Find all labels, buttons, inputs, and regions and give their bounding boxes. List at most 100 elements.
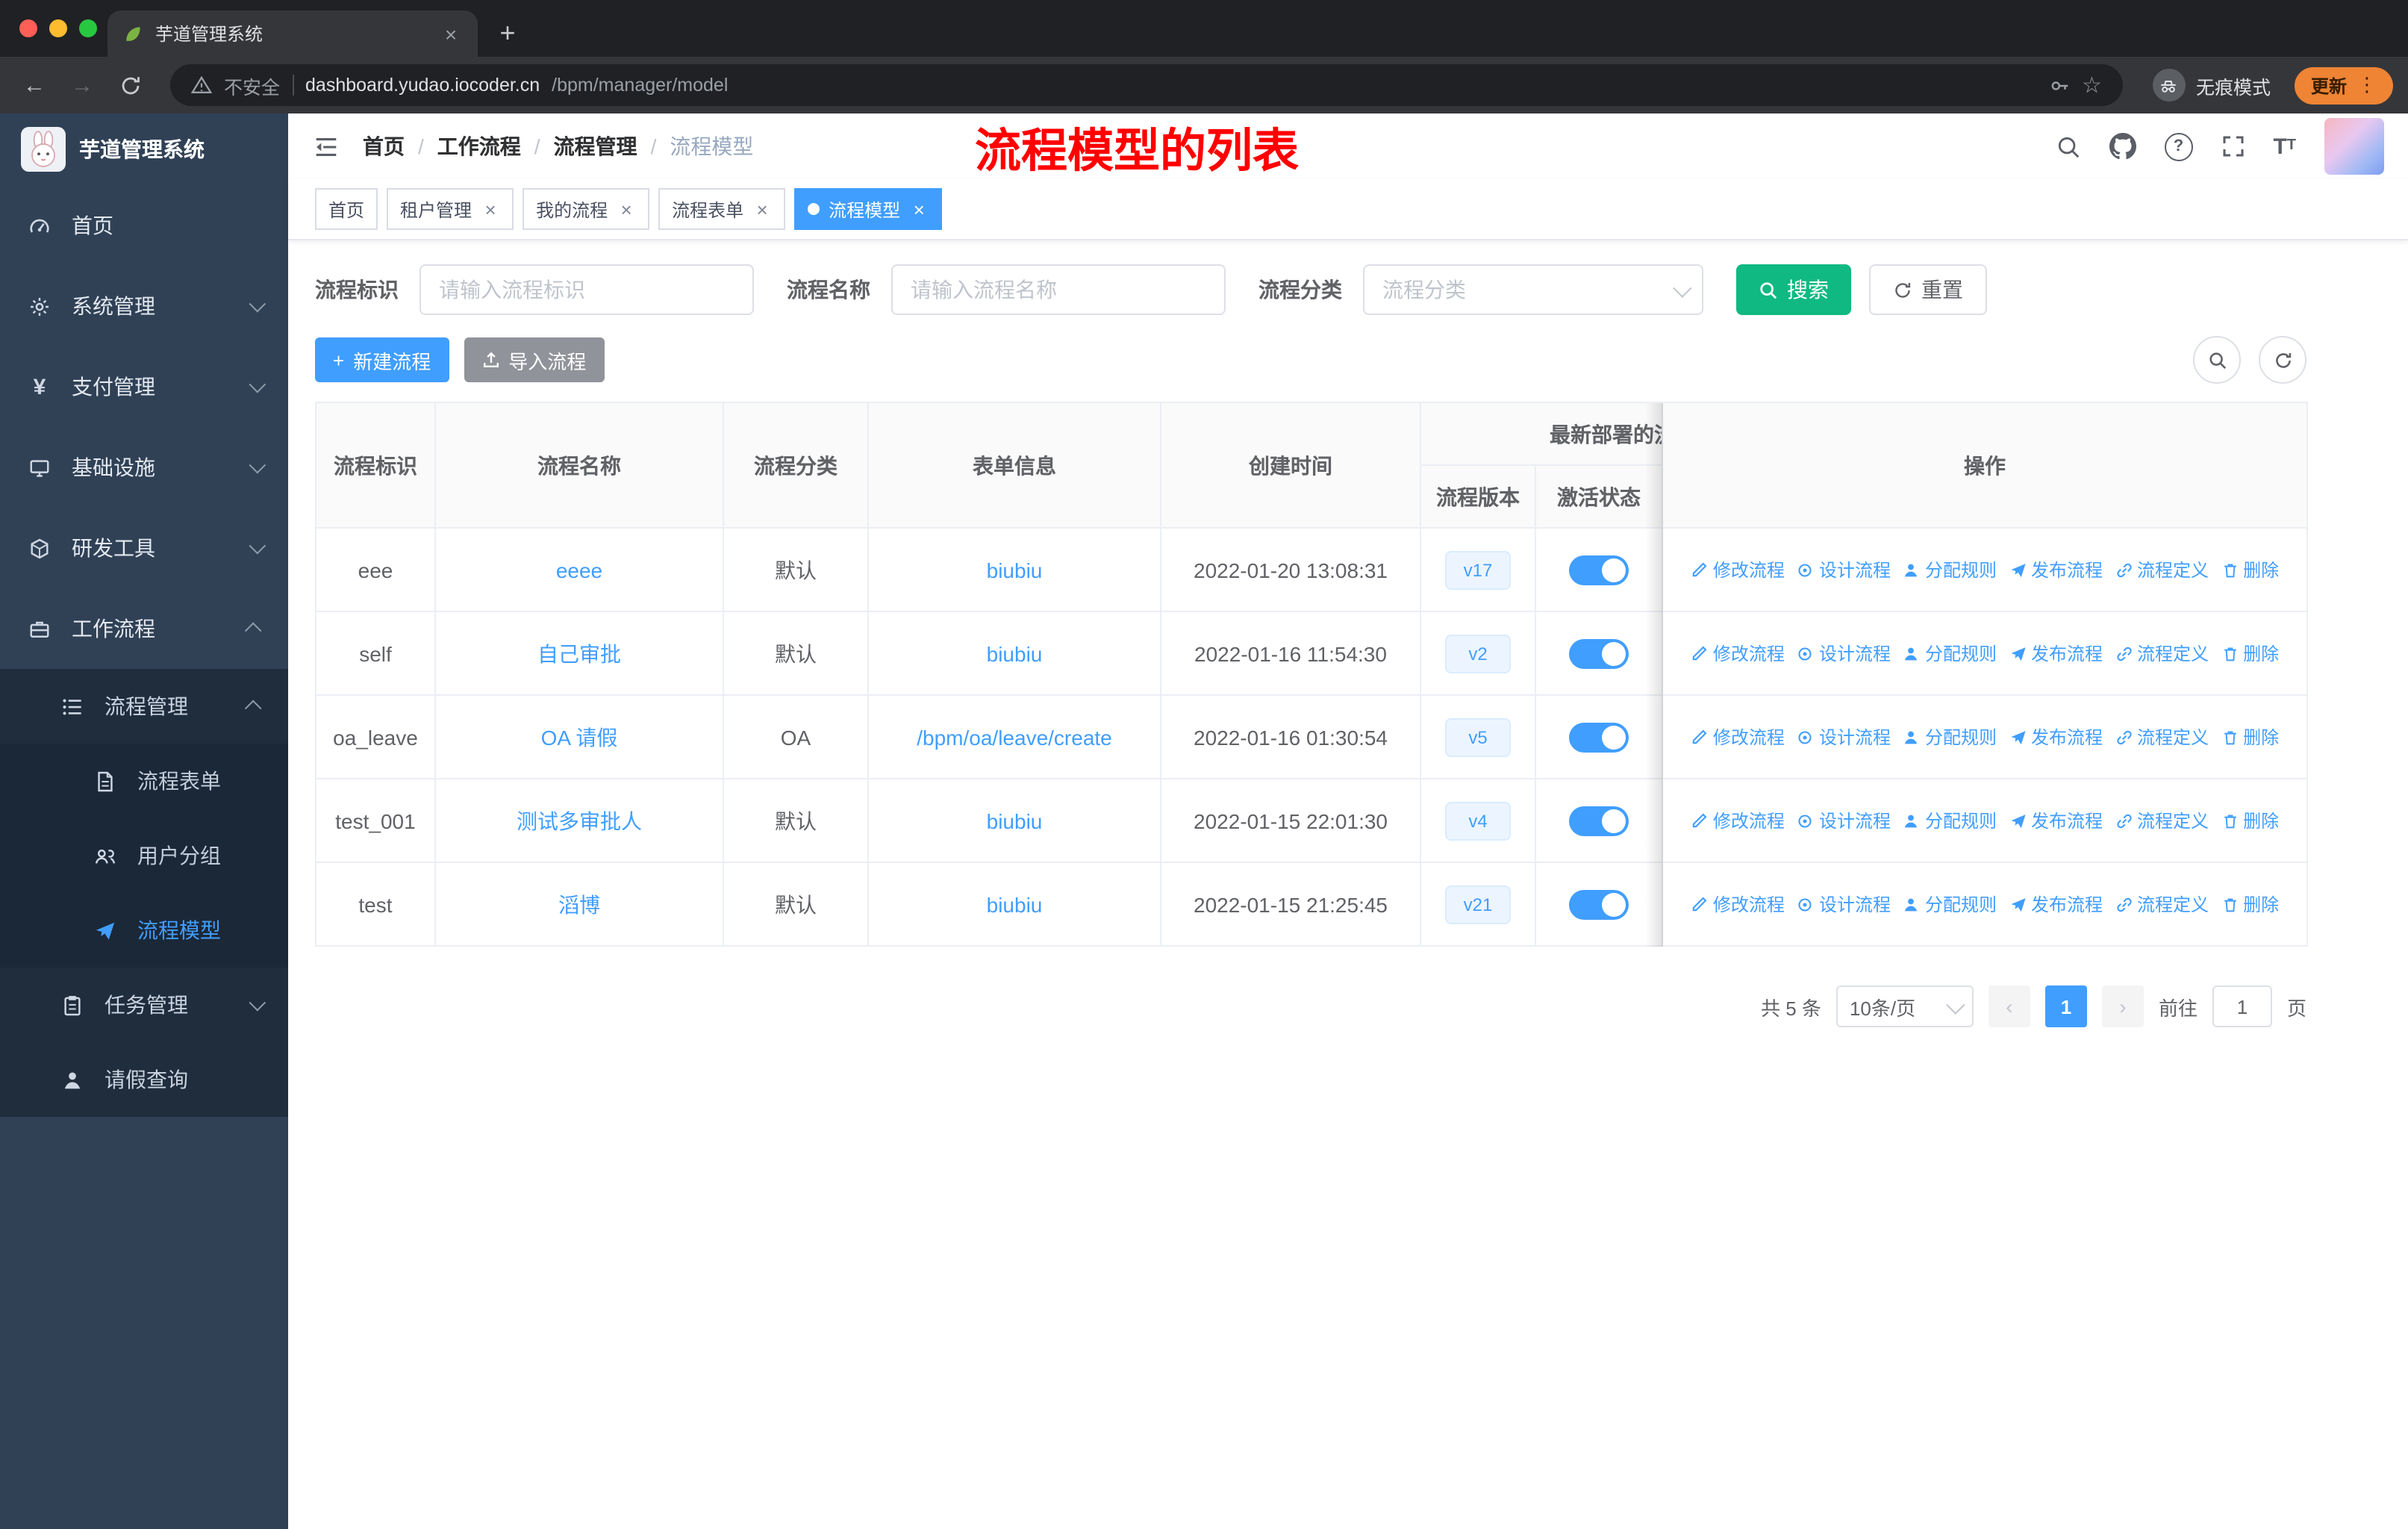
- sidebar-item-process-form[interactable]: 流程表单: [0, 744, 288, 818]
- security-label[interactable]: 不安全: [224, 71, 280, 99]
- window-close-button[interactable]: [19, 19, 37, 37]
- active-toggle[interactable]: [1569, 722, 1629, 752]
- goto-page-input[interactable]: [2212, 985, 2272, 1027]
- help-icon[interactable]: ?: [2164, 132, 2193, 161]
- op-publish-process[interactable]: 发布流程: [2009, 808, 2103, 833]
- close-icon[interactable]: ×: [909, 198, 929, 220]
- new-tab-button[interactable]: +: [487, 12, 528, 54]
- op-publish-process[interactable]: 发布流程: [2009, 724, 2103, 750]
- op-edit-process[interactable]: 修改流程: [1691, 891, 1785, 917]
- import-process-button[interactable]: 导入流程: [464, 337, 605, 382]
- op-design-process[interactable]: 设计流程: [1797, 557, 1891, 582]
- op-delete[interactable]: 删除: [2221, 808, 2279, 833]
- toggle-search-button[interactable]: [2193, 336, 2241, 384]
- active-toggle[interactable]: [1569, 638, 1629, 668]
- op-publish-process[interactable]: 发布流程: [2009, 641, 2103, 666]
- op-edit-process[interactable]: 修改流程: [1691, 557, 1785, 582]
- close-icon[interactable]: ×: [752, 198, 772, 220]
- model-name-link[interactable]: eeee: [556, 558, 602, 582]
- op-publish-process[interactable]: 发布流程: [2009, 557, 2103, 582]
- op-delete[interactable]: 删除: [2221, 557, 2279, 582]
- form-info-link[interactable]: /bpm/oa/leave/create: [917, 725, 1112, 749]
- address-bar[interactable]: 不安全 dashboard.yudao.iocoder.cn/bpm/manag…: [170, 64, 2123, 106]
- op-design-process[interactable]: 设计流程: [1797, 808, 1891, 833]
- github-icon[interactable]: [2109, 133, 2136, 160]
- op-process-definition[interactable]: 流程定义: [2115, 557, 2209, 582]
- model-name-link[interactable]: 自己审批: [537, 638, 621, 668]
- browser-tab[interactable]: 芋道管理系统 ×: [107, 10, 478, 57]
- tab-close-icon[interactable]: ×: [439, 22, 463, 46]
- active-toggle[interactable]: [1569, 806, 1629, 835]
- window-minimize-button[interactable]: [49, 19, 67, 37]
- browser-update-button[interactable]: 更新 ⋮: [2294, 66, 2393, 104]
- op-process-definition[interactable]: 流程定义: [2115, 808, 2209, 833]
- forward-icon[interactable]: →: [63, 66, 102, 105]
- browser-menu-icon[interactable]: ⋮: [2357, 73, 2377, 97]
- prev-page-button[interactable]: ‹: [1988, 985, 2030, 1027]
- op-delete[interactable]: 删除: [2221, 891, 2279, 917]
- op-assign-rule[interactable]: 分配规则: [1903, 641, 1997, 666]
- op-process-definition[interactable]: 流程定义: [2115, 891, 2209, 917]
- op-process-definition[interactable]: 流程定义: [2115, 641, 2209, 666]
- font-size-icon[interactable]: TT: [2273, 135, 2296, 158]
- op-delete[interactable]: 删除: [2221, 641, 2279, 666]
- breadcrumb-process-management[interactable]: 流程管理: [554, 131, 637, 161]
- form-info-link[interactable]: biubiu: [987, 892, 1043, 916]
- sidebar-item-workflow[interactable]: 工作流程: [0, 588, 288, 669]
- search-icon[interactable]: [2055, 134, 2080, 159]
- op-assign-rule[interactable]: 分配规则: [1903, 724, 1997, 750]
- close-icon[interactable]: ×: [481, 198, 500, 220]
- op-edit-process[interactable]: 修改流程: [1691, 641, 1785, 666]
- breadcrumb-workflow[interactable]: 工作流程: [437, 131, 521, 161]
- sidebar-item-leave-query[interactable]: 请假查询: [0, 1042, 288, 1117]
- form-info-link[interactable]: biubiu: [987, 641, 1043, 665]
- op-assign-rule[interactable]: 分配规则: [1903, 891, 1997, 917]
- close-icon[interactable]: ×: [617, 198, 636, 220]
- category-select[interactable]: 流程分类: [1363, 264, 1703, 315]
- page-number-1[interactable]: 1: [2044, 985, 2087, 1027]
- active-toggle[interactable]: [1569, 889, 1629, 919]
- model-name-link[interactable]: OA 请假: [541, 722, 618, 752]
- sidebar-item-task-management[interactable]: 任务管理: [0, 968, 288, 1042]
- sidebar-item-payment[interactable]: ¥ 支付管理: [0, 346, 288, 427]
- create-process-button[interactable]: + 新建流程: [315, 337, 449, 382]
- op-edit-process[interactable]: 修改流程: [1691, 808, 1785, 833]
- user-avatar[interactable]: [2324, 118, 2384, 175]
- op-publish-process[interactable]: 发布流程: [2009, 891, 2103, 917]
- form-info-link[interactable]: biubiu: [987, 809, 1043, 832]
- refresh-button[interactable]: [2259, 336, 2306, 384]
- form-info-link[interactable]: biubiu: [987, 558, 1043, 582]
- fullscreen-icon[interactable]: [2221, 134, 2245, 158]
- op-design-process[interactable]: 设计流程: [1797, 724, 1891, 750]
- tag-process-model-active[interactable]: 流程模型 ×: [794, 188, 943, 230]
- sidebar-item-process-model[interactable]: 流程模型: [0, 893, 288, 968]
- reset-button[interactable]: 重置: [1869, 264, 1987, 315]
- password-key-icon[interactable]: [2047, 74, 2070, 96]
- op-edit-process[interactable]: 修改流程: [1691, 724, 1785, 750]
- breadcrumb-home[interactable]: 首页: [363, 131, 405, 161]
- sidebar-item-process-management[interactable]: 流程管理: [0, 669, 288, 744]
- tag-process-form[interactable]: 流程表单 ×: [658, 188, 786, 230]
- tag-my-process[interactable]: 我的流程 ×: [523, 188, 650, 230]
- model-id-input[interactable]: [419, 264, 754, 315]
- op-delete[interactable]: 删除: [2221, 724, 2279, 750]
- op-assign-rule[interactable]: 分配规则: [1903, 808, 1997, 833]
- model-name-input[interactable]: [891, 264, 1226, 315]
- search-button[interactable]: 搜索: [1736, 264, 1851, 315]
- model-name-link[interactable]: 测试多审批人: [517, 806, 642, 835]
- sidebar-item-system[interactable]: 系统管理: [0, 266, 288, 346]
- op-assign-rule[interactable]: 分配规则: [1903, 557, 1997, 582]
- op-design-process[interactable]: 设计流程: [1797, 641, 1891, 666]
- op-process-definition[interactable]: 流程定义: [2115, 724, 2209, 750]
- sidebar-item-user-group[interactable]: 用户分组: [0, 818, 288, 893]
- sidebar-item-home[interactable]: 首页: [0, 185, 288, 266]
- tag-tenant-management[interactable]: 租户管理 ×: [387, 188, 514, 230]
- active-toggle[interactable]: [1569, 555, 1629, 585]
- sidebar-item-devtools[interactable]: 研发工具: [0, 508, 288, 588]
- page-size-select[interactable]: 10条/页: [1835, 985, 1974, 1027]
- sidebar-collapse-icon[interactable]: [312, 132, 340, 161]
- reload-icon[interactable]: [110, 66, 149, 105]
- window-zoom-button[interactable]: [79, 19, 97, 37]
- model-name-link[interactable]: 滔博: [558, 889, 600, 919]
- back-icon[interactable]: ←: [15, 66, 54, 105]
